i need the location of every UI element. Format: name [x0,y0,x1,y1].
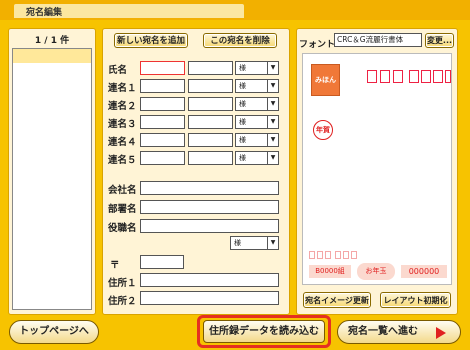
address2-label: 住所２ [108,296,137,307]
reset-layout-button[interactable]: レイアウト初期化 [380,292,451,308]
joint2-first-input[interactable] [188,97,233,111]
department-label: 部署名 [108,204,137,215]
sender-zip-box [325,251,331,259]
stamp-text: みほん [315,76,336,84]
position-label: 役職名 [108,223,137,234]
proceed-to-list-button[interactable]: 宛名一覧へ進む [337,320,461,344]
postcard-preview: みほん 年賀 B0000組 お年玉 000000 [302,53,452,285]
postal-input[interactable] [140,255,184,269]
joint1-first-input[interactable] [188,79,233,93]
lottery-cloud-icon: お年玉 [357,263,395,280]
honorific-value: 様 [239,82,246,90]
font-change-button[interactable]: 変更... [425,33,454,48]
chevron-down-icon: ▼ [267,134,278,146]
department-input[interactable] [140,200,279,214]
honorific-value: 様 [239,100,246,108]
chevron-down-icon: ▼ [267,116,278,128]
joint5-label: 連名５ [108,155,137,166]
joint1-label: 連名１ [108,83,137,94]
honorific-value: 様 [239,64,246,72]
joint4-label: 連名４ [108,137,137,148]
joint3-last-input[interactable] [140,115,185,129]
chevron-down-icon: ▼ [267,62,278,74]
address-list[interactable] [12,48,92,310]
name-label: 氏名 [108,65,128,76]
joint3-first-input[interactable] [188,115,233,129]
sender-zip-box [343,251,349,259]
address2-input[interactable] [140,291,279,305]
top-page-button[interactable]: トップページへ [9,320,99,344]
joint5-honorific-select[interactable]: 様 ▼ [235,151,279,165]
postal-label: 〒 [110,260,120,271]
address1-input[interactable] [140,273,279,287]
position-input[interactable] [140,219,279,233]
company-input[interactable] [140,181,279,195]
joint2-honorific-select[interactable]: 様 ▼ [235,97,279,111]
add-address-button[interactable]: 新しい宛名を追加 [114,33,188,48]
joint3-honorific-select[interactable]: 様 ▼ [235,115,279,129]
honorific-value: 様 [239,154,246,162]
proceed-label: 宛名一覧へ進む [348,326,418,337]
play-arrow-icon [436,327,446,339]
window-title: 宛名編集 [26,8,63,18]
company-label: 会社名 [108,185,137,196]
address1-label: 住所１ [108,278,137,289]
name-last-input[interactable] [140,61,185,75]
company-honorific-select[interactable]: 様 ▼ [230,236,279,250]
sender-zip-box [351,251,357,259]
chevron-down-icon: ▼ [267,80,278,92]
chevron-down-icon: ▼ [267,152,278,164]
delete-address-button[interactable]: この宛名を削除 [203,33,277,48]
font-name-field: CRC＆G流麗行書体 [334,33,422,47]
lottery-group-number: B0000組 [309,265,351,278]
chevron-down-icon: ▼ [267,237,278,249]
zip-box [367,70,377,83]
joint4-honorific-select[interactable]: 様 ▼ [235,133,279,147]
joint4-last-input[interactable] [140,133,185,147]
zip-box [433,70,443,83]
sender-zip-box [317,251,323,259]
record-counter: 1 / 1 件 [34,36,70,46]
joint2-label: 連名２ [108,101,137,112]
refresh-preview-button[interactable]: 宛名イメージ更新 [303,292,371,308]
zip-box [421,70,431,83]
joint2-last-input[interactable] [140,97,185,111]
zip-box [445,70,451,83]
name-honorific-select[interactable]: 様 ▼ [235,61,279,75]
nenga-mark-icon: 年賀 [313,120,333,140]
honorific-value: 様 [239,136,246,144]
import-address-book-button[interactable]: 住所録データを読み込む [203,320,325,343]
nenga-mark-text: 年賀 [316,126,330,134]
zip-box [380,70,390,83]
joint1-last-input[interactable] [140,79,185,93]
joint1-honorific-select[interactable]: 様 ▼ [235,79,279,93]
joint5-last-input[interactable] [140,151,185,165]
sender-zip-box [335,251,341,259]
joint5-first-input[interactable] [188,151,233,165]
prize-number: 000000 [401,265,447,278]
joint4-first-input[interactable] [188,133,233,147]
stamp-area: みほん [311,64,340,96]
joint3-label: 連名３ [108,119,137,130]
font-label: フォント [299,40,336,50]
chevron-down-icon: ▼ [267,98,278,110]
lottery-text: お年玉 [365,267,387,275]
zip-box [409,70,419,83]
zip-box [393,70,403,83]
name-first-input[interactable] [188,61,233,75]
sender-zip-box [309,251,315,259]
list-item-selected[interactable] [13,49,91,63]
honorific-value: 様 [234,239,241,247]
honorific-value: 様 [239,118,246,126]
